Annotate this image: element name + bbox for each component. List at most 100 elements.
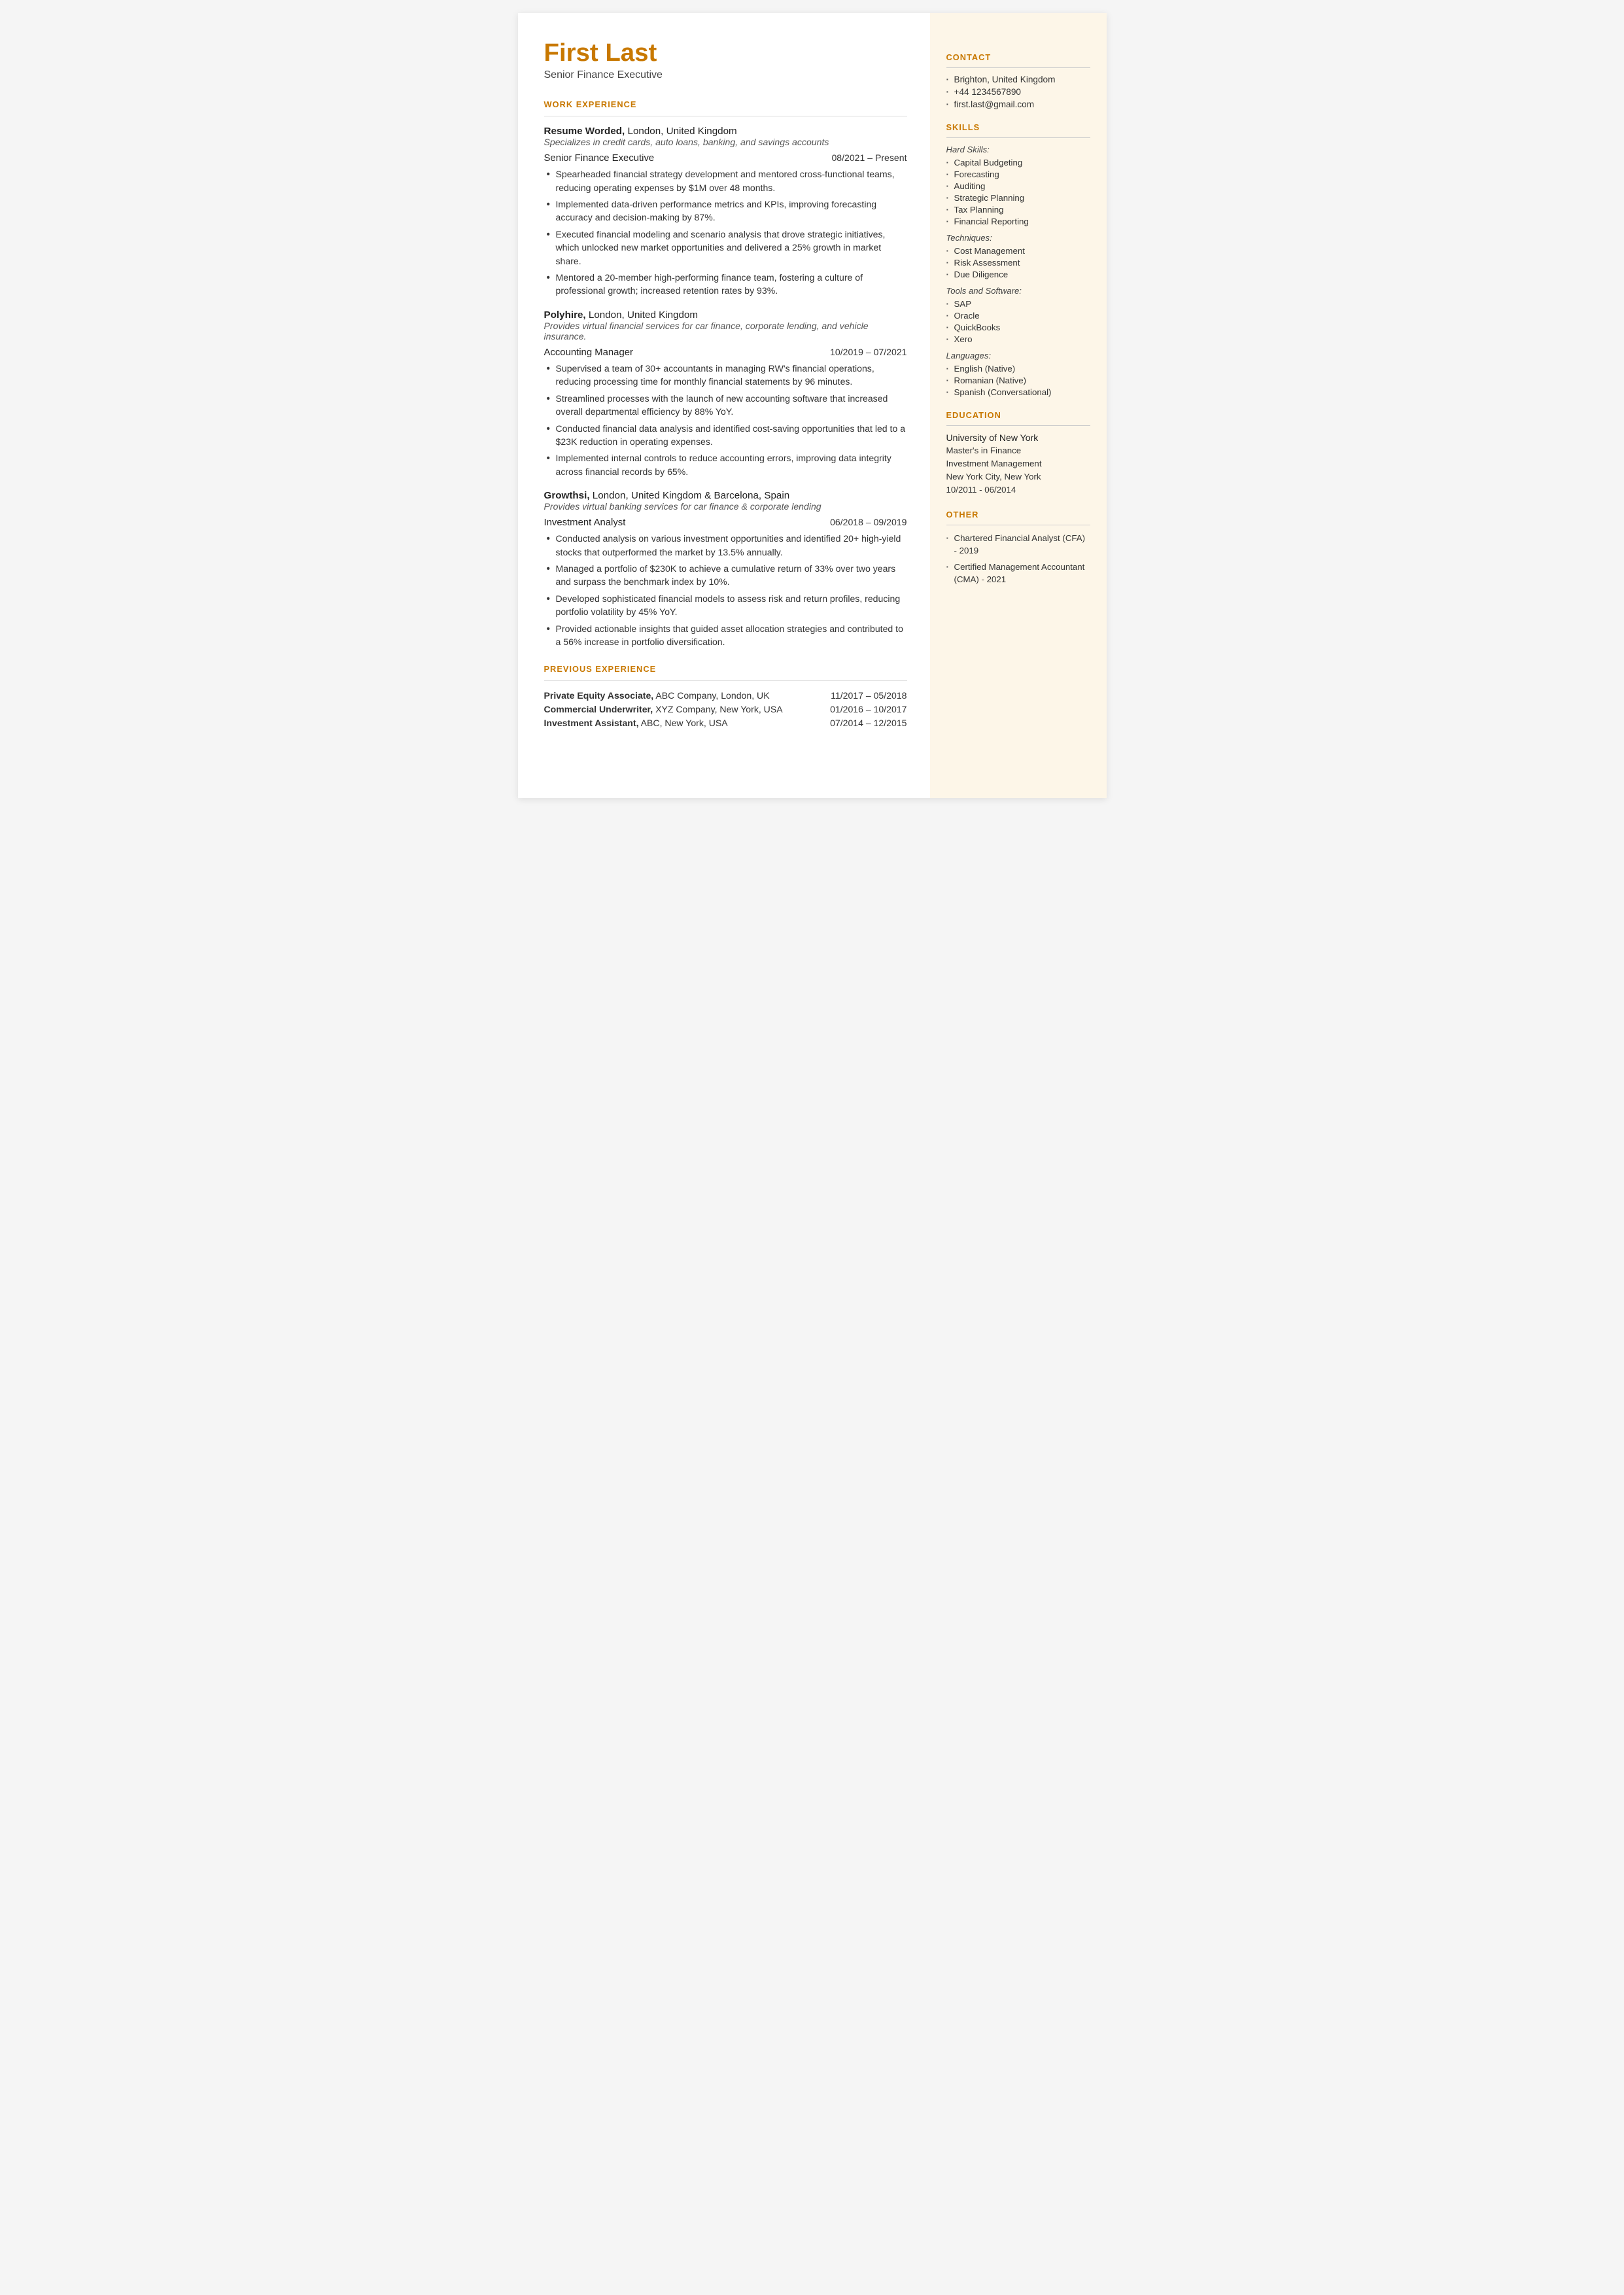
list-item: Implemented data-driven performance metr… [544, 198, 907, 224]
prev-exp-2-dates: 01/2016 – 10/2017 [830, 704, 907, 714]
prev-exp-2-title: Commercial Underwriter, [544, 704, 653, 714]
tools-label: Tools and Software: [946, 286, 1090, 296]
contact-phone: +44 1234567890 [946, 87, 1090, 97]
list-item: Financial Reporting [946, 217, 1090, 226]
list-item: Supervised a team of 30+ accountants in … [544, 362, 907, 389]
prev-exp-1-info: Private Equity Associate, ABC Company, L… [544, 690, 770, 701]
work-experience-section-title: WORK EXPERIENCE [544, 99, 907, 109]
job-2-dates: 10/2019 – 07/2021 [830, 347, 907, 357]
list-item: Certified Management Accountant (CMA) - … [946, 561, 1090, 586]
prev-exp-3: Investment Assistant, ABC, New York, USA… [544, 718, 907, 728]
education-divider [946, 425, 1090, 426]
job-3-company: Growthsi, London, United Kingdom & Barce… [544, 490, 907, 501]
previous-experience-divider [544, 680, 907, 681]
list-item: Streamlined processes with the launch of… [544, 392, 907, 419]
contact-section-title: CONTACT [946, 52, 1090, 62]
contact-list: Brighton, United Kingdom +44 1234567890 … [946, 75, 1090, 109]
list-item: Executed financial modeling and scenario… [544, 228, 907, 268]
job-1-dates: 08/2021 – Present [831, 152, 907, 163]
candidate-subtitle: Senior Finance Executive [544, 69, 907, 81]
previous-experience-section-title: PREVIOUS EXPERIENCE [544, 664, 907, 674]
job-2-header: Accounting Manager 10/2019 – 07/2021 [544, 347, 907, 358]
list-item: Implemented internal controls to reduce … [544, 451, 907, 478]
languages-list: English (Native) Romanian (Native) Spani… [946, 364, 1090, 397]
list-item: Developed sophisticated financial models… [544, 592, 907, 619]
job-1-bullets: Spearheaded financial strategy developme… [544, 167, 907, 298]
resume-container: First Last Senior Finance Executive WORK… [518, 13, 1107, 798]
job-3-bullets: Conducted analysis on various investment… [544, 532, 907, 648]
job-3-title: Investment Analyst [544, 517, 626, 528]
job-2-bullets: Supervised a team of 30+ accountants in … [544, 362, 907, 478]
tools-list: SAP Oracle QuickBooks Xero [946, 299, 1090, 344]
job-1-block: Resume Worded, London, United Kingdom Sp… [544, 126, 907, 298]
edu-location: New York City, New York [946, 470, 1090, 483]
list-item: Tax Planning [946, 205, 1090, 215]
job-2-company: Polyhire, London, United Kingdom [544, 309, 907, 321]
list-item: Managed a portfolio of $230K to achieve … [544, 562, 907, 589]
job-2-company-extra: London, United Kingdom [586, 309, 698, 321]
prev-exp-3-title: Investment Assistant, [544, 718, 639, 728]
prev-exp-3-company: ABC, New York, USA [639, 718, 728, 728]
job-2-company-bold: Polyhire, [544, 309, 586, 321]
edu-degree: Master's in Finance [946, 444, 1090, 457]
other-list: Chartered Financial Analyst (CFA) - 2019… [946, 532, 1090, 586]
list-item: Chartered Financial Analyst (CFA) - 2019 [946, 532, 1090, 557]
list-item: Risk Assessment [946, 258, 1090, 268]
list-item: Provided actionable insights that guided… [544, 622, 907, 649]
list-item: Mentored a 20-member high-performing fin… [544, 271, 907, 298]
list-item: English (Native) [946, 364, 1090, 374]
prev-exp-2: Commercial Underwriter, XYZ Company, New… [544, 704, 907, 714]
candidate-name: First Last [544, 39, 907, 67]
prev-exp-3-dates: 07/2014 – 12/2015 [830, 718, 907, 728]
job-3-company-bold: Growthsi, [544, 490, 590, 501]
prev-exp-1-dates: 11/2017 – 05/2018 [831, 690, 907, 701]
skills-section-title: SKILLS [946, 122, 1090, 132]
contact-location: Brighton, United Kingdom [946, 75, 1090, 84]
list-item: Oracle [946, 311, 1090, 321]
hard-skills-label: Hard Skills: [946, 145, 1090, 154]
education-section-title: EDUCATION [946, 410, 1090, 420]
edu-school: University of New York [946, 432, 1090, 443]
job-1-company-extra: London, United Kingdom [625, 126, 736, 137]
prev-exp-2-company: XYZ Company, New York, USA [653, 704, 782, 714]
contact-email: first.last@gmail.com [946, 99, 1090, 109]
skills-divider [946, 137, 1090, 138]
job-3-header: Investment Analyst 06/2018 – 09/2019 [544, 517, 907, 528]
job-2-title: Accounting Manager [544, 347, 633, 358]
job-1-tagline: Specializes in credit cards, auto loans,… [544, 137, 907, 147]
edu-dates: 10/2011 - 06/2014 [946, 483, 1090, 497]
list-item: QuickBooks [946, 323, 1090, 332]
languages-label: Languages: [946, 351, 1090, 360]
job-2-block: Polyhire, London, United Kingdom Provide… [544, 309, 907, 478]
contact-divider [946, 67, 1090, 68]
prev-exp-3-info: Investment Assistant, ABC, New York, USA [544, 718, 728, 728]
left-column: First Last Senior Finance Executive WORK… [518, 13, 930, 798]
hard-skills-list: Capital Budgeting Forecasting Auditing S… [946, 158, 1090, 226]
list-item: Spearheaded financial strategy developme… [544, 167, 907, 194]
job-1-header: Senior Finance Executive 08/2021 – Prese… [544, 152, 907, 164]
list-item: Due Diligence [946, 270, 1090, 279]
prev-exp-1-title: Private Equity Associate, [544, 690, 654, 701]
list-item: Conducted analysis on various investment… [544, 532, 907, 559]
job-3-company-extra: London, United Kingdom & Barcelona, Spai… [590, 490, 790, 501]
list-item: Forecasting [946, 169, 1090, 179]
list-item: Conducted financial data analysis and id… [544, 422, 907, 449]
techniques-label: Techniques: [946, 233, 1090, 243]
list-item: Cost Management [946, 246, 1090, 256]
list-item: Auditing [946, 181, 1090, 191]
job-2-tagline: Provides virtual financial services for … [544, 321, 907, 342]
techniques-list: Cost Management Risk Assessment Due Dili… [946, 246, 1090, 279]
job-1-company-bold: Resume Worded, [544, 126, 625, 137]
prev-exp-1: Private Equity Associate, ABC Company, L… [544, 690, 907, 701]
edu-field: Investment Management [946, 457, 1090, 470]
list-item: SAP [946, 299, 1090, 309]
other-section-title: OTHER [946, 510, 1090, 519]
prev-exp-2-info: Commercial Underwriter, XYZ Company, New… [544, 704, 783, 714]
job-1-title: Senior Finance Executive [544, 153, 655, 164]
prev-exp-1-company: ABC Company, London, UK [653, 690, 769, 701]
list-item: Strategic Planning [946, 193, 1090, 203]
job-3-dates: 06/2018 – 09/2019 [830, 517, 907, 527]
list-item: Spanish (Conversational) [946, 387, 1090, 397]
job-3-block: Growthsi, London, United Kingdom & Barce… [544, 490, 907, 648]
education-block: University of New York Master's in Finan… [946, 432, 1090, 497]
